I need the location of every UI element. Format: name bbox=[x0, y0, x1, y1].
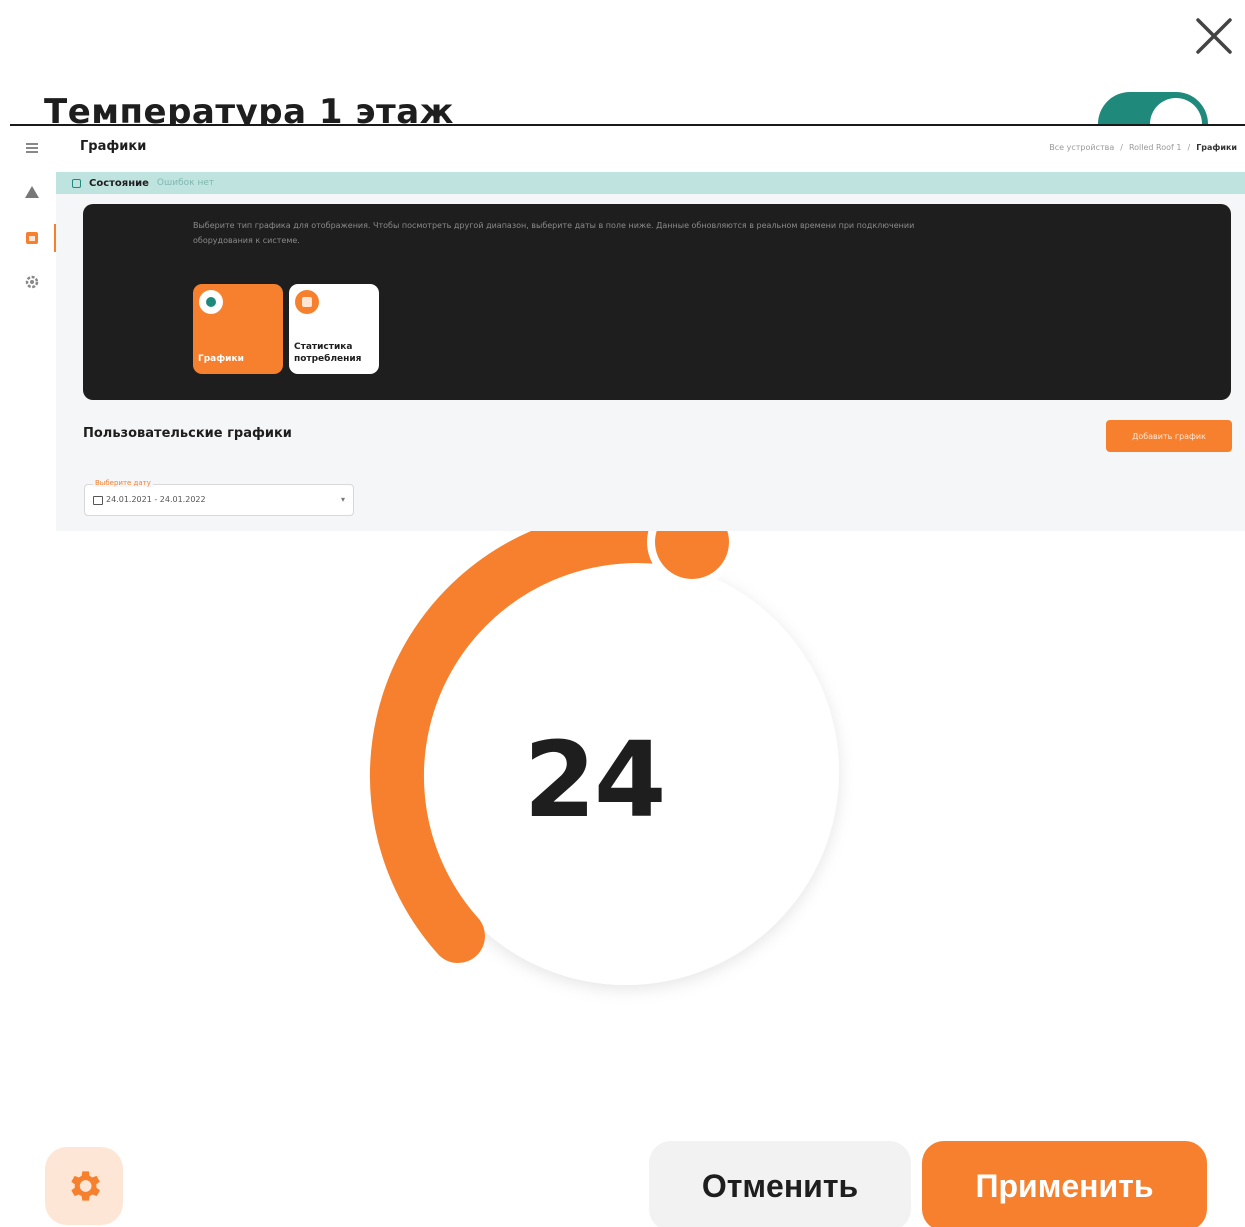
breadcrumb-current: Графики bbox=[1196, 143, 1237, 152]
chart-type-card: Выберите тип графика для отображения. Чт… bbox=[83, 204, 1231, 400]
cancel-button[interactable]: Отменить bbox=[649, 1141, 911, 1227]
tile-charts[interactable]: Графики bbox=[193, 284, 283, 374]
status-icon bbox=[72, 178, 81, 188]
chart-icon[interactable] bbox=[24, 230, 40, 246]
gear-icon[interactable] bbox=[24, 274, 40, 290]
date-field-label: Выберите дату bbox=[93, 479, 153, 487]
date-range-field[interactable]: Выберите дату 24.01.2021 - 24.01.2022 ▾ bbox=[84, 479, 354, 516]
app-header: Графики Все устройства / Rolled Roof 1 /… bbox=[56, 126, 1245, 172]
tile-label: Графики bbox=[198, 354, 244, 364]
date-range-value: 24.01.2021 - 24.01.2022 bbox=[106, 495, 206, 504]
embedded-app-screenshot: Графики Все устройства / Rolled Roof 1 /… bbox=[10, 124, 1245, 531]
close-button[interactable] bbox=[1190, 12, 1238, 60]
app-sidebar bbox=[10, 126, 56, 531]
page-title: Графики bbox=[80, 139, 147, 154]
gear-icon bbox=[71, 1171, 100, 1201]
app-main: Графики Все устройства / Rolled Roof 1 /… bbox=[56, 126, 1245, 531]
list-icon[interactable] bbox=[24, 140, 40, 156]
breadcrumb: Все устройства / Rolled Roof 1 / Графики bbox=[1049, 143, 1237, 152]
tile-label: Статистика потребления bbox=[294, 342, 362, 364]
dial-value: 24 bbox=[523, 719, 667, 841]
stats-icon bbox=[295, 290, 319, 314]
status-label: Состояние bbox=[89, 177, 149, 189]
settings-button[interactable] bbox=[45, 1147, 123, 1225]
calendar-icon bbox=[93, 496, 103, 505]
apply-button[interactable]: Применить bbox=[922, 1141, 1207, 1227]
warning-icon[interactable] bbox=[24, 184, 40, 200]
add-chart-button[interactable]: Добавить график bbox=[1106, 420, 1232, 452]
status-bar: Состояние Ошибок нет bbox=[56, 172, 1245, 194]
tile-consumption-stats[interactable]: Статистика потребления bbox=[289, 284, 379, 374]
user-charts-title: Пользовательские графики bbox=[83, 426, 292, 441]
card-description: Выберите тип графика для отображения. Чт… bbox=[193, 221, 915, 245]
chevron-down-icon: ▾ bbox=[340, 495, 345, 504]
temperature-dial[interactable]: 24 bbox=[330, 497, 870, 1040]
close-icon bbox=[1196, 18, 1232, 54]
breadcrumb-item[interactable]: Rolled Roof 1 bbox=[1129, 143, 1182, 152]
status-text: Ошибок нет bbox=[156, 178, 215, 188]
chart-icon bbox=[199, 290, 223, 314]
breadcrumb-item[interactable]: Все устройства bbox=[1049, 143, 1114, 152]
